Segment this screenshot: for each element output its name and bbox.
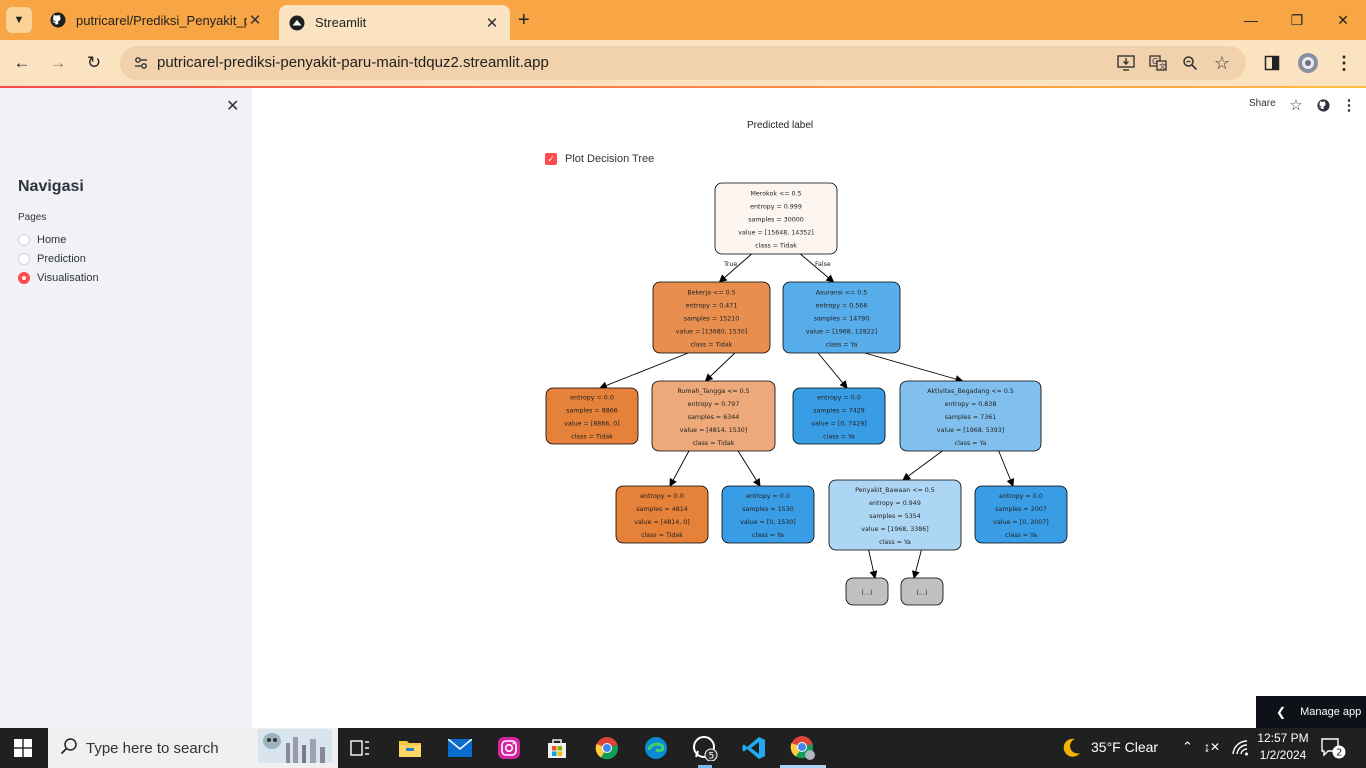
translate-icon[interactable]: G文: [1148, 53, 1168, 73]
mail-icon[interactable]: [446, 734, 474, 762]
reload-icon[interactable]: ↻: [82, 51, 106, 75]
window-close-icon[interactable]: ✕: [1320, 0, 1366, 40]
close-icon[interactable]: ✕: [484, 14, 500, 32]
minimize-icon[interactable]: —: [1228, 0, 1274, 40]
search-placeholder: Type here to search: [86, 739, 219, 757]
weather-text[interactable]: 35°F Clear: [1091, 739, 1158, 755]
nav-radio-label: Visualisation: [37, 272, 99, 284]
ime-icon[interactable]: ↨✕: [1204, 740, 1220, 754]
tab-streamlit-title: Streamlit: [315, 15, 367, 30]
install-app-icon[interactable]: [1116, 53, 1136, 73]
manage-app-button[interactable]: ❮ Manage app: [1256, 696, 1366, 728]
whatsapp-badge: 5: [709, 752, 715, 762]
tab-search-button[interactable]: ▼: [6, 7, 32, 33]
share-button[interactable]: Share: [1249, 98, 1276, 109]
tab-github-title: putricarel/Prediksi_Penyakit_pa: [76, 12, 247, 28]
github-icon[interactable]: [1315, 97, 1331, 113]
file-explorer-icon[interactable]: [396, 734, 424, 762]
microsoft-store-icon[interactable]: [543, 734, 571, 762]
taskbar-clock[interactable]: 12:57 PM 1/2/2024: [1252, 730, 1314, 764]
notification-icon[interactable]: 2: [1320, 734, 1348, 762]
radio-button-selected[interactable]: [18, 272, 30, 284]
instagram-icon[interactable]: [495, 734, 523, 762]
app-menu-icon[interactable]: ⋮: [1341, 97, 1357, 114]
radio-button[interactable]: [18, 253, 30, 265]
nav-radio-visualisation[interactable]: Visualisation: [18, 272, 99, 284]
site-info-icon[interactable]: [132, 54, 150, 72]
predicted-label-text: Predicted label: [747, 120, 814, 131]
plot-tree-checkbox[interactable]: ✓ Plot Decision Tree: [545, 153, 654, 165]
browser-menu-icon[interactable]: ⋮: [1333, 52, 1355, 74]
github-icon: [50, 12, 66, 28]
tab-github[interactable]: putricarel/Prediksi_Penyakit_pa ✕: [40, 5, 273, 35]
taskbar-search-box[interactable]: Type here to search: [48, 728, 338, 768]
url-text: putricarel-prediksi-penyakit-paru-main-t…: [157, 54, 549, 71]
chevron-up-icon[interactable]: ⌃: [1182, 739, 1193, 755]
svg-text:文: 文: [1159, 62, 1166, 71]
clock-time: 12:57 PM: [1257, 731, 1309, 745]
forward-icon[interactable]: →: [46, 51, 70, 75]
restore-icon[interactable]: ❐: [1274, 0, 1320, 40]
wifi-icon[interactable]: [1226, 734, 1254, 762]
streamlit-icon: [289, 15, 305, 31]
back-icon[interactable]: ←: [10, 51, 34, 75]
main-content: Share ☆ ⋮ Predicted label ✓ Plot Decisio…: [252, 88, 1366, 728]
bookmark-star-icon[interactable]: ☆: [1212, 53, 1232, 73]
notification-count: 2: [1336, 748, 1342, 759]
new-tab-button[interactable]: +: [518, 9, 530, 32]
nav-radio-label: Prediction: [37, 253, 86, 265]
edge-icon[interactable]: [642, 734, 670, 762]
chrome-profile-icon[interactable]: [789, 734, 817, 762]
nav-radio-prediction[interactable]: Prediction: [18, 253, 86, 265]
side-panel-icon[interactable]: [1261, 52, 1283, 74]
clock-date: 1/2/2024: [1259, 748, 1307, 762]
checkbox-label: Plot Decision Tree: [565, 153, 655, 165]
checkbox-checked-icon[interactable]: ✓: [545, 153, 557, 165]
sidebar: ✕ Navigasi Pages Home Prediction Visuali…: [0, 88, 252, 728]
nav-radio-label: Home: [37, 234, 67, 246]
windows-start-icon[interactable]: [14, 739, 32, 757]
profile-avatar[interactable]: [1297, 52, 1319, 74]
close-icon[interactable]: ✕: [247, 11, 263, 29]
address-bar[interactable]: putricarel-prediksi-penyakit-paru-main-t…: [120, 46, 1246, 80]
task-view-icon[interactable]: [346, 734, 374, 762]
chrome-icon[interactable]: [593, 734, 621, 762]
chevron-left-icon: ❮: [1276, 705, 1287, 719]
vscode-icon[interactable]: [740, 734, 768, 762]
zoom-icon[interactable]: [1180, 53, 1200, 73]
favorite-star-icon[interactable]: ☆: [1288, 97, 1304, 114]
manage-app-label: Manage app: [1300, 706, 1362, 718]
browser-toolbar: ← → ↻ putricarel-prediksi-penyakit-paru-…: [0, 40, 1366, 86]
tab-streamlit[interactable]: Streamlit ✕: [279, 5, 510, 40]
nav-radio-home[interactable]: Home: [18, 234, 66, 246]
pages-label: Pages: [18, 212, 47, 223]
sidebar-title: Navigasi: [18, 178, 84, 195]
search-highlight-image: [258, 728, 332, 768]
windows-taskbar: Type here to search 5 35°F Clear ⌃ ↨✕ 12…: [0, 728, 1366, 768]
whatsapp-icon[interactable]: 5: [691, 734, 719, 762]
radio-button[interactable]: [18, 234, 30, 246]
browser-tab-bar: ▼ putricarel/Prediksi_Penyakit_pa ✕ Stre…: [0, 0, 1366, 40]
moon-weather-icon: [1057, 734, 1085, 762]
search-icon: [60, 737, 78, 760]
sidebar-close-icon[interactable]: ✕: [226, 96, 239, 116]
